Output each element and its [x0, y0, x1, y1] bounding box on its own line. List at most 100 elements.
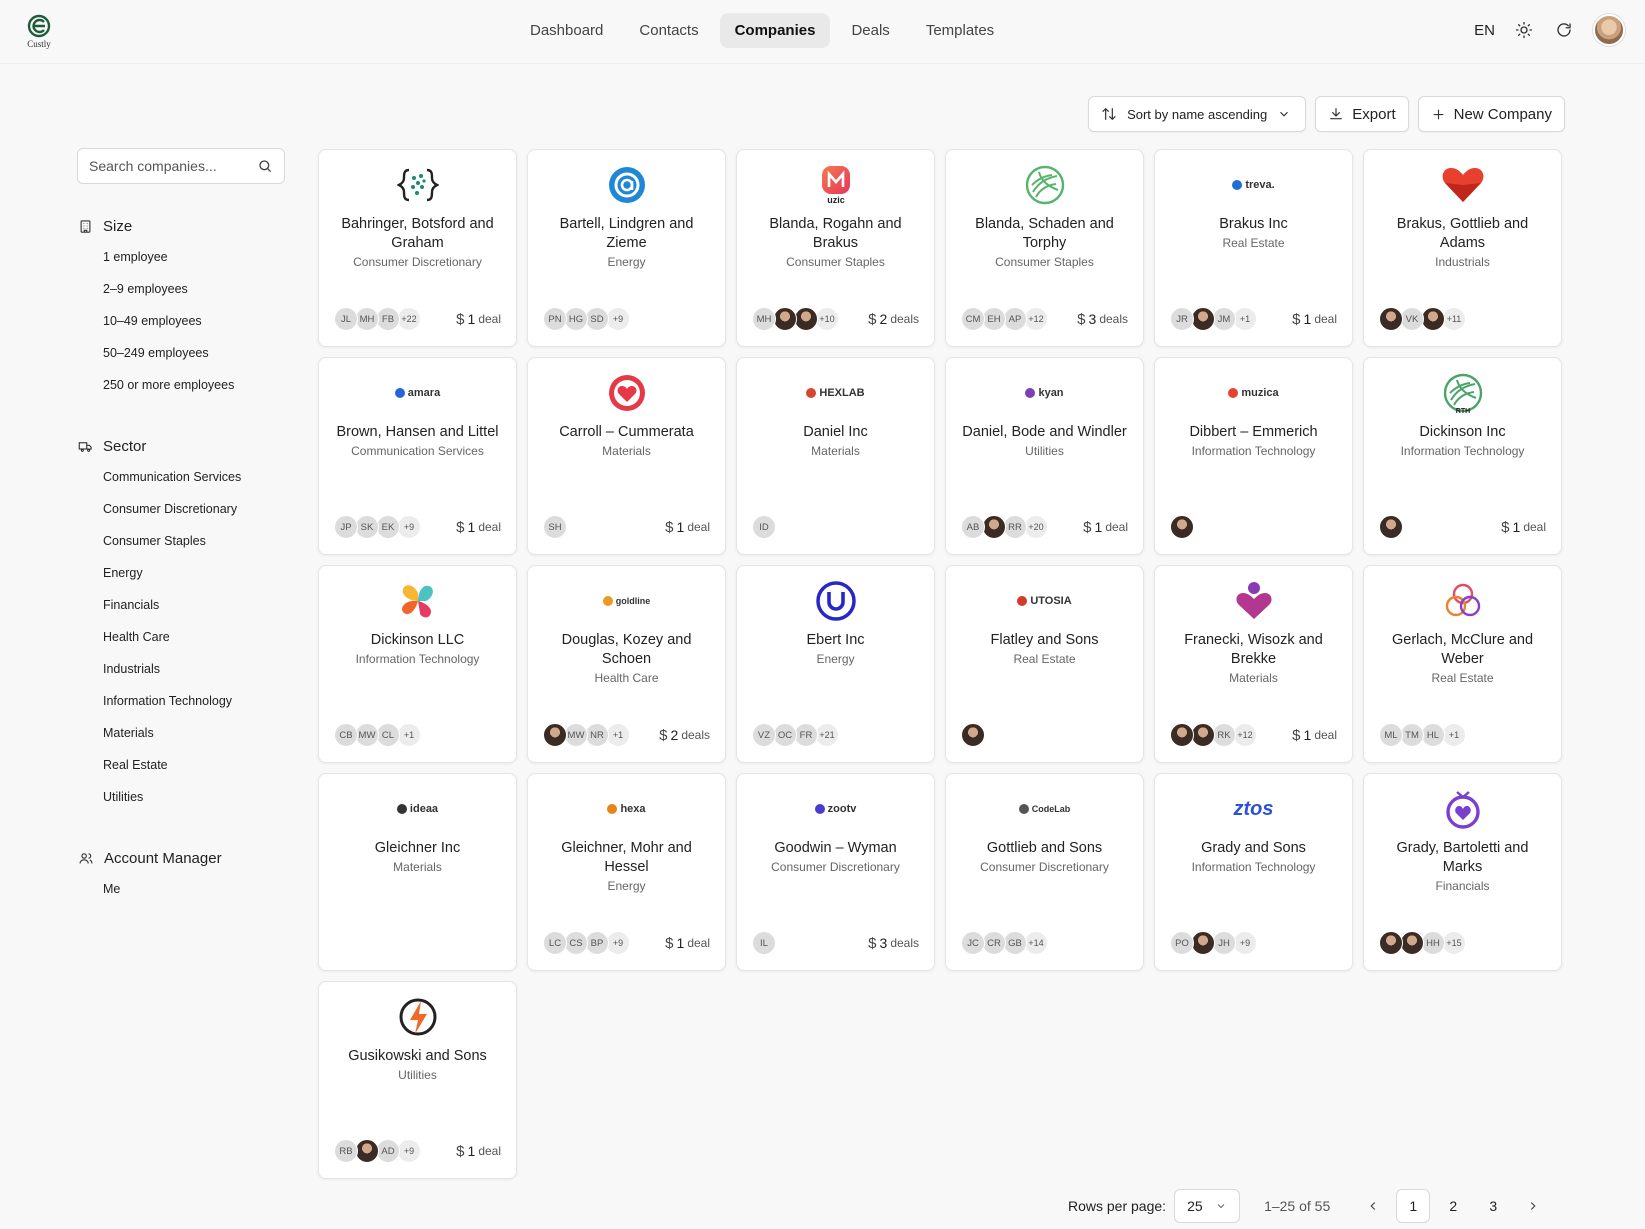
contact-avatar-photo[interactable]	[543, 723, 567, 747]
contact-avatar[interactable]: CL	[376, 723, 400, 747]
nav-dashboard[interactable]: Dashboard	[515, 13, 618, 48]
contact-avatar[interactable]: RR	[1003, 515, 1027, 539]
contact-avatar[interactable]: HH	[1421, 931, 1445, 955]
contact-avatar-photo[interactable]	[1170, 515, 1194, 539]
page-button-2[interactable]: 2	[1436, 1189, 1470, 1223]
contact-avatar[interactable]: RB	[334, 1139, 358, 1163]
sector-option[interactable]: Consumer Discretionary	[103, 493, 241, 525]
contact-avatar[interactable]: JP	[334, 515, 358, 539]
sort-select[interactable]: Sort by name ascending	[1088, 96, 1307, 132]
contact-avatar[interactable]: JM	[1212, 307, 1236, 331]
sector-option[interactable]: Health Care	[103, 621, 241, 653]
new-company-button[interactable]: New Company	[1417, 96, 1565, 132]
sector-option[interactable]: Consumer Staples	[103, 525, 241, 557]
sector-option[interactable]: Materials	[103, 717, 241, 749]
contact-avatar-photo[interactable]	[794, 307, 818, 331]
nav-companies[interactable]: Companies	[719, 13, 831, 48]
contact-avatar[interactable]: VZ	[752, 723, 776, 747]
company-card[interactable]: CodeLab Gottlieb and Sons Consumer Discret…	[945, 773, 1144, 971]
user-avatar[interactable]	[1593, 14, 1625, 46]
contact-avatar[interactable]: PO	[1170, 931, 1194, 955]
language-switcher[interactable]: EN	[1474, 22, 1495, 39]
company-card[interactable]: Blanda, Schaden and Torphy Consumer Stapl…	[945, 149, 1144, 347]
size-option-2-9[interactable]: 2–9 employees	[103, 273, 234, 305]
contact-avatar[interactable]: AB	[961, 515, 985, 539]
contact-avatar[interactable]: CM	[961, 307, 985, 331]
sector-option[interactable]: Financials	[103, 589, 241, 621]
size-option-250-plus[interactable]: 250 or more employees	[103, 369, 234, 401]
company-card[interactable]: UTOSIA Flatley and Sons Real Estate	[945, 565, 1144, 763]
sector-option[interactable]: Energy	[103, 557, 241, 589]
company-card[interactable]: ideaa Gleichner Inc Materials	[318, 773, 517, 971]
contact-avatar[interactable]: EH	[982, 307, 1006, 331]
contact-avatar-photo[interactable]	[1400, 931, 1424, 955]
company-card[interactable]: zootv Goodwin – Wyman Consumer Discretiona…	[736, 773, 935, 971]
company-card[interactable]: Brakus, Gottlieb and Adams Industrials VK +…	[1363, 149, 1562, 347]
sector-option[interactable]: Communication Services	[103, 461, 241, 493]
next-page-button[interactable]	[1516, 1189, 1550, 1223]
sector-option[interactable]: Real Estate	[103, 749, 241, 781]
rows-per-page-select[interactable]: 25	[1174, 1189, 1241, 1223]
page-button-3[interactable]: 3	[1476, 1189, 1510, 1223]
page-button-1[interactable]: 1	[1396, 1189, 1431, 1223]
size-option-50-249[interactable]: 50–249 employees	[103, 337, 234, 369]
previous-page-button[interactable]	[1356, 1189, 1390, 1223]
contact-avatar[interactable]: JL	[334, 307, 358, 331]
contact-avatar[interactable]: MH	[752, 307, 776, 331]
contact-avatar[interactable]: MW	[355, 723, 379, 747]
contact-avatar-photo[interactable]	[1191, 723, 1215, 747]
company-card[interactable]: ztos Grady and Sons Information Technology…	[1154, 773, 1353, 971]
contact-avatar-photo[interactable]	[1379, 515, 1403, 539]
refresh-icon[interactable]	[1553, 19, 1575, 41]
contact-avatar[interactable]: JC	[961, 931, 985, 955]
company-card[interactable]: muzica Dibbert – Emmerich Information Tech…	[1154, 357, 1353, 555]
contact-avatar[interactable]: AP	[1003, 307, 1027, 331]
nav-templates[interactable]: Templates	[911, 13, 1009, 48]
contact-avatar-photo[interactable]	[1191, 931, 1215, 955]
contact-avatar[interactable]: EK	[376, 515, 400, 539]
company-card[interactable]: Bahringer, Botsford and Graham Consumer D…	[318, 149, 517, 347]
contact-avatar[interactable]: PN	[543, 307, 567, 331]
contact-avatar-photo[interactable]	[1379, 307, 1403, 331]
company-card[interactable]: RTH Dickinson Inc Information Technology $1…	[1363, 357, 1562, 555]
company-card[interactable]: uzic Blanda, Rogahn and Brakus Consumer St…	[736, 149, 935, 347]
contact-avatar[interactable]: MH	[355, 307, 379, 331]
contact-avatar-photo[interactable]	[1191, 307, 1215, 331]
contact-avatar[interactable]: OC	[773, 723, 797, 747]
company-card[interactable]: Grady, Bartoletti and Marks Financials HH +…	[1363, 773, 1562, 971]
contact-avatar[interactable]: SH	[543, 515, 567, 539]
contact-avatar[interactable]: ID	[752, 515, 776, 539]
contact-avatar[interactable]: FB	[376, 307, 400, 331]
contact-avatar[interactable]: AD	[376, 1139, 400, 1163]
sector-option[interactable]: Industrials	[103, 653, 241, 685]
contact-avatar[interactable]: MW	[564, 723, 588, 747]
contact-avatar[interactable]: SD	[585, 307, 609, 331]
company-card[interactable]: Gerlach, McClure and Weber Real Estate ML T…	[1363, 565, 1562, 763]
company-card[interactable]: Carroll – Cummerata Materials SH $1 deal	[527, 357, 726, 555]
export-button[interactable]: Export	[1315, 96, 1409, 132]
contact-avatar[interactable]: FR	[794, 723, 818, 747]
contact-avatar[interactable]: CB	[334, 723, 358, 747]
sector-option[interactable]: Information Technology	[103, 685, 241, 717]
contact-avatar[interactable]: TM	[1400, 723, 1424, 747]
contact-avatar[interactable]: JR	[1170, 307, 1194, 331]
company-card[interactable]: hexa Gleichner, Mohr and Hessel Energy LC CS…	[527, 773, 726, 971]
company-card[interactable]: kyan Daniel, Bode and Windler Utilities AB R…	[945, 357, 1144, 555]
contact-avatar[interactable]: HL	[1421, 723, 1445, 747]
contact-avatar[interactable]: CR	[982, 931, 1006, 955]
contact-avatar-photo[interactable]	[355, 1139, 379, 1163]
contact-avatar[interactable]: ML	[1379, 723, 1403, 747]
account-manager-option-me[interactable]: Me	[103, 873, 222, 905]
theme-toggle-sun-icon[interactable]	[1513, 19, 1535, 41]
sector-option[interactable]: Utilities	[103, 781, 241, 813]
contact-avatar[interactable]: HG	[564, 307, 588, 331]
company-card[interactable]: Dickinson LLC Information Technology CB MW C…	[318, 565, 517, 763]
contact-avatar[interactable]: GB	[1003, 931, 1027, 955]
contact-avatar[interactable]: VK	[1400, 307, 1424, 331]
contact-avatar[interactable]: JH	[1212, 931, 1236, 955]
contact-avatar[interactable]: RK	[1212, 723, 1236, 747]
contact-avatar[interactable]: BP	[585, 931, 609, 955]
contact-avatar[interactable]: LC	[543, 931, 567, 955]
search-icon[interactable]	[257, 158, 273, 174]
size-option-10-49[interactable]: 10–49 employees	[103, 305, 234, 337]
